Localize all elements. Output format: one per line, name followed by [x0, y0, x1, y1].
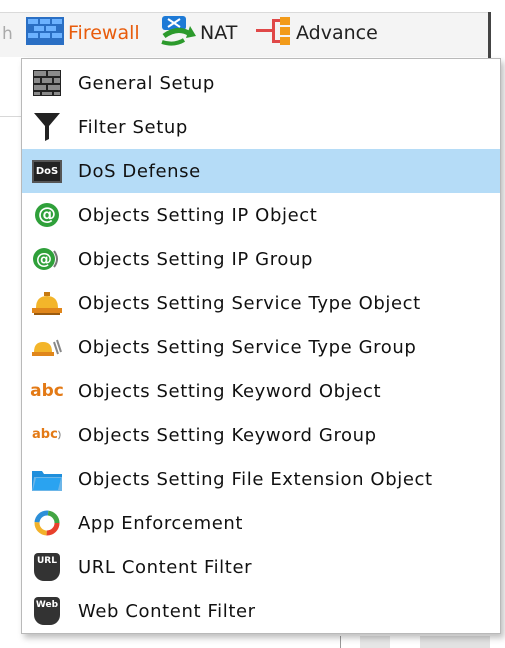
at-sign-icon: @ [32, 200, 62, 230]
dos-icon: DoS [31, 156, 63, 186]
background-divider [340, 636, 341, 648]
menu-item-service-type-group[interactable]: Objects Setting Service Type Group [22, 325, 500, 369]
menu-item-filter-setup[interactable]: Filter Setup [22, 105, 500, 149]
menu-item-label: Objects Setting IP Group [78, 248, 313, 270]
menu-item-service-type-object[interactable]: Objects Setting Service Type Object [22, 281, 500, 325]
service-bell-icon [32, 288, 62, 318]
at-sign-text: @ [35, 203, 59, 227]
toolbar-nat-label: NAT [200, 22, 238, 44]
menu-item-ip-object[interactable]: @ Objects Setting IP Object [22, 193, 500, 237]
abc-group-icon: abc [32, 420, 62, 450]
menu-item-label: App Enforcement [78, 512, 244, 534]
menu-item-web-content-filter[interactable]: Web Web Content Filter [22, 589, 500, 633]
at-sign-text: @ [33, 248, 55, 270]
menu-item-label: Objects Setting IP Object [78, 204, 318, 226]
abc-icon: abc [30, 376, 64, 406]
menu-item-label: General Setup [78, 72, 215, 94]
toolbar-nat[interactable]: NAT [160, 15, 238, 51]
nat-icon [160, 15, 196, 51]
menu-item-label: URL Content Filter [78, 556, 253, 578]
app-ring-icon [32, 508, 62, 538]
toolbar-firewall-label: Firewall [68, 22, 140, 44]
menu-item-dos-defense[interactable]: DoS DoS Defense [22, 149, 500, 193]
menu-item-file-extension-object[interactable]: Objects Setting File Extension Object [22, 457, 500, 501]
truncated-toolbar-text: h [2, 24, 13, 44]
firewall-dropdown-menu: General Setup Filter Setup DoS DoS Defen… [21, 58, 501, 634]
advance-icon [256, 16, 292, 50]
firewall-icon [26, 16, 64, 50]
web-filter-icon-text: Web [34, 597, 60, 625]
menu-item-label: Web Content Filter [78, 600, 256, 622]
background-divider [0, 116, 21, 117]
funnel-icon [32, 112, 62, 142]
toolbar-advance[interactable]: Advance [256, 16, 378, 50]
menu-item-ip-group[interactable]: @ Objects Setting IP Group [22, 237, 500, 281]
toolbar-firewall[interactable]: Firewall [26, 16, 140, 50]
menu-item-app-enforcement[interactable]: App Enforcement [22, 501, 500, 545]
menu-item-label: Objects Setting Keyword Group [78, 424, 377, 446]
background-divider [420, 636, 490, 648]
toolbar-advance-label: Advance [296, 22, 378, 44]
menu-item-label: DoS Defense [78, 160, 201, 182]
brick-wall-icon [32, 68, 62, 98]
url-filter-icon-text: URL [34, 553, 60, 581]
dos-icon-text: DoS [31, 159, 63, 183]
folder-icon [32, 464, 62, 494]
toolbar-edge [488, 12, 491, 58]
menu-item-label: Objects Setting Keyword Object [78, 380, 382, 402]
menu-item-label: Filter Setup [78, 116, 188, 138]
menu-item-keyword-object[interactable]: abc Objects Setting Keyword Object [22, 369, 500, 413]
menu-item-label: Objects Setting Service Type Group [78, 336, 417, 358]
url-filter-icon: URL [32, 552, 62, 582]
web-filter-icon: Web [32, 596, 62, 626]
menu-item-label: Objects Setting File Extension Object [78, 468, 433, 490]
abc-icon-text: abc [30, 381, 64, 401]
menu-item-keyword-group[interactable]: abc Objects Setting Keyword Group [22, 413, 500, 457]
menu-item-label: Objects Setting Service Type Object [78, 292, 421, 314]
menu-item-general-setup[interactable]: General Setup [22, 61, 500, 105]
at-sign-group-icon: @ [32, 244, 62, 274]
abc-icon-text: abc [32, 427, 58, 442]
service-bell-group-icon [32, 332, 62, 362]
background-divider [360, 636, 390, 648]
menu-item-url-content-filter[interactable]: URL URL Content Filter [22, 545, 500, 589]
